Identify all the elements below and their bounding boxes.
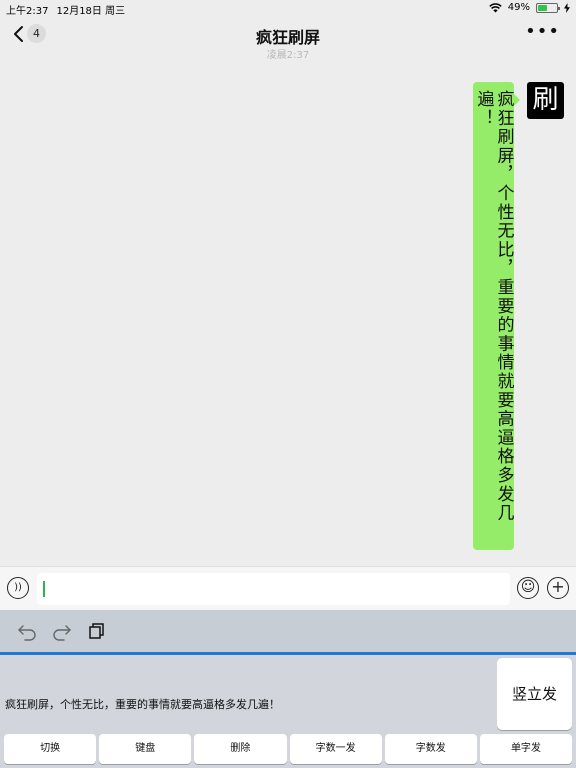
count-send-key[interactable]: 字数发 [384,734,477,764]
preview-text: 疯狂刷屏，个性无比，重要的事情就要高逼格多发几遍！ [5,698,280,711]
plus-icon[interactable]: + [547,577,569,599]
redo-icon[interactable] [52,621,72,641]
switch-key[interactable]: 切换 [4,734,97,764]
paste-icon[interactable] [87,621,107,641]
status-bar: 上午2:37 12月18日 周三 49% [0,0,576,17]
single-char-send-key[interactable]: 单字发 [479,734,573,764]
status-date: 12月18日 周三 [56,6,126,17]
per-count-send-key[interactable]: 字数一发 [289,734,382,764]
vertical-send-button[interactable]: 竖立发 [497,658,572,730]
delete-key[interactable]: 删除 [194,734,287,764]
more-options-icon[interactable]: ••• [525,23,560,41]
text-caret [43,581,45,597]
status-time: 上午2:37 [6,6,49,17]
status-left: 上午2:37 12月18日 周三 [6,2,125,17]
avatar[interactable]: 刷 [527,82,564,119]
voice-input-icon[interactable]: )) [7,577,29,599]
keyboard-toolbar [0,610,576,652]
battery-icon [536,2,560,13]
bottom-key-row: 切换 键盘 删除 字数一发 字数发 单字发 [4,734,573,764]
message-bubble[interactable]: 疯狂刷屏，个性无比，重要的事情就要高逼格多发几遍！ [473,82,520,550]
keyboard-panel: 疯狂刷屏，个性无比，重要的事情就要高逼格多发几遍！ 竖立发 切换 键盘 删除 字… [0,655,576,768]
chat-title: 疯狂刷屏 [255,28,320,47]
status-right: 49% [489,2,570,13]
input-bar: )) ☺ + [0,566,576,610]
undo-icon[interactable] [17,621,37,641]
keyboard-key[interactable]: 键盘 [99,734,192,764]
charging-bolt-icon [564,2,570,13]
emoji-icon[interactable]: ☺ [517,577,539,599]
battery-percent: 49% [507,2,530,13]
wifi-icon [489,2,502,12]
message-input[interactable] [37,573,510,605]
message-text: 疯狂刷屏，个性无比，重要的事情就要高逼格多发几遍！ [473,90,514,523]
